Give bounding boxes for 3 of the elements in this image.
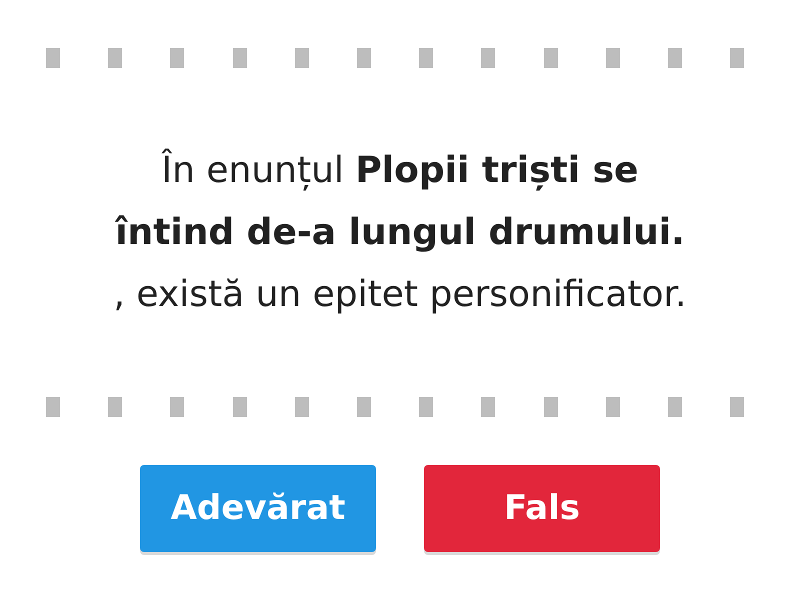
- question-text: În enunțul Plopii triști se întind de-a lungul drumului. , există un epitet personificator.: [112, 148, 688, 316]
- answer-button[interactable]: Fals: [424, 465, 660, 552]
- answer-button[interactable]: Adevărat: [140, 465, 376, 552]
